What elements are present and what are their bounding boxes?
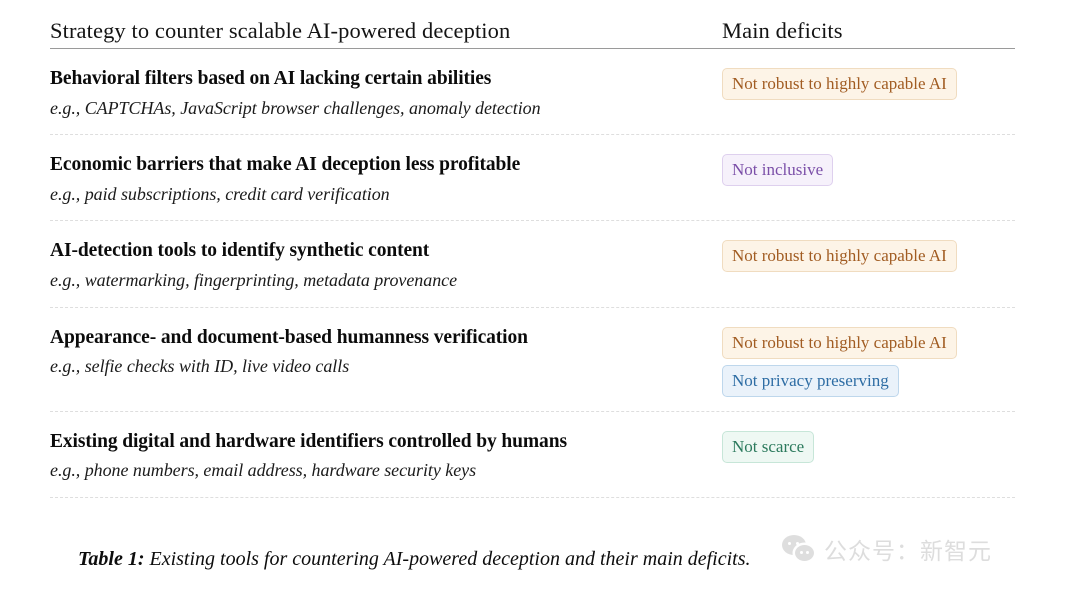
strategy-title: Appearance- and document-based humanness…	[50, 326, 528, 348]
table-row: Economic barriers that make AI deception…	[50, 135, 1015, 220]
caption-text: Existing tools for countering AI-powered…	[144, 548, 751, 570]
deficit-badge: Not robust to highly capable AI	[722, 240, 957, 273]
watermark-text: 公众号：新智元	[824, 539, 992, 565]
deficit-badge: Not robust to highly capable AI	[722, 326, 957, 359]
table-header-row: Strategy to counter scalable AI-powered …	[50, 0, 1015, 44]
deficit-badge: Not inclusive	[722, 154, 834, 187]
caption-label: Table 1:	[78, 548, 145, 570]
deficits-table: Strategy to counter scalable AI-powered …	[50, 0, 1015, 498]
deficits-cell: Not robust to highly capable AI	[722, 67, 1015, 100]
deficits-cell: Not scarce	[722, 430, 1015, 463]
watermark: 公众号：新智元	[782, 532, 992, 566]
column-header-strategy: Strategy to counter scalable AI-powered …	[50, 18, 511, 44]
strategy-cell: Behavioral filters based on AI lacking c…	[50, 67, 722, 120]
strategy-cell: Appearance- and document-based humanness…	[50, 326, 722, 379]
strategy-example: e.g., watermarking, fingerprinting, meta…	[50, 270, 458, 291]
strategy-example: e.g., CAPTCHAs, JavaScript browser chall…	[50, 97, 541, 118]
table-row: Appearance- and document-based humanness…	[50, 308, 1015, 411]
deficit-badge: Not robust to highly capable AI	[722, 68, 957, 100]
table-caption: Table 1: Existing tools for countering A…	[78, 548, 751, 571]
deficits-cell: Not inclusive	[722, 153, 1015, 187]
strategy-example: e.g., selfie checks with ID, live video …	[50, 356, 350, 377]
wechat-logo-icon	[782, 535, 816, 563]
strategy-title: Economic barriers that make AI deception…	[50, 154, 521, 176]
strategy-title: Behavioral filters based on AI lacking c…	[50, 68, 492, 89]
table-row: Behavioral filters based on AI lacking c…	[50, 49, 1015, 134]
deficit-badge: Not scarce	[722, 430, 815, 463]
strategy-title: AI-detection tools to identify synthetic…	[50, 240, 430, 262]
strategy-cell: Existing digital and hardware identifier…	[50, 430, 722, 483]
strategy-example: e.g., paid subscriptions, credit card ve…	[50, 183, 390, 204]
deficits-cell: Not robust to highly capable AI Not priva…	[722, 326, 1015, 397]
row-divider	[50, 496, 1015, 498]
strategy-title: Existing digital and hardware identifier…	[50, 430, 567, 452]
strategy-cell: AI-detection tools to identify synthetic…	[50, 239, 722, 292]
table-figure-page: { "table": { "columns": { "strategy": "S…	[0, 0, 1080, 597]
table-row: AI-detection tools to identify synthetic…	[50, 221, 1015, 306]
column-header-deficits: Main deficits	[722, 18, 843, 44]
deficit-badge: Not privacy preserving	[722, 364, 899, 397]
deficits-cell: Not robust to highly capable AI	[722, 239, 1015, 273]
strategy-cell: Economic barriers that make AI deception…	[50, 153, 722, 206]
table-body: Behavioral filters based on AI lacking c…	[50, 49, 1015, 498]
table-row: Existing digital and hardware identifier…	[50, 412, 1015, 497]
strategy-example: e.g., phone numbers, email address, hard…	[50, 460, 477, 481]
